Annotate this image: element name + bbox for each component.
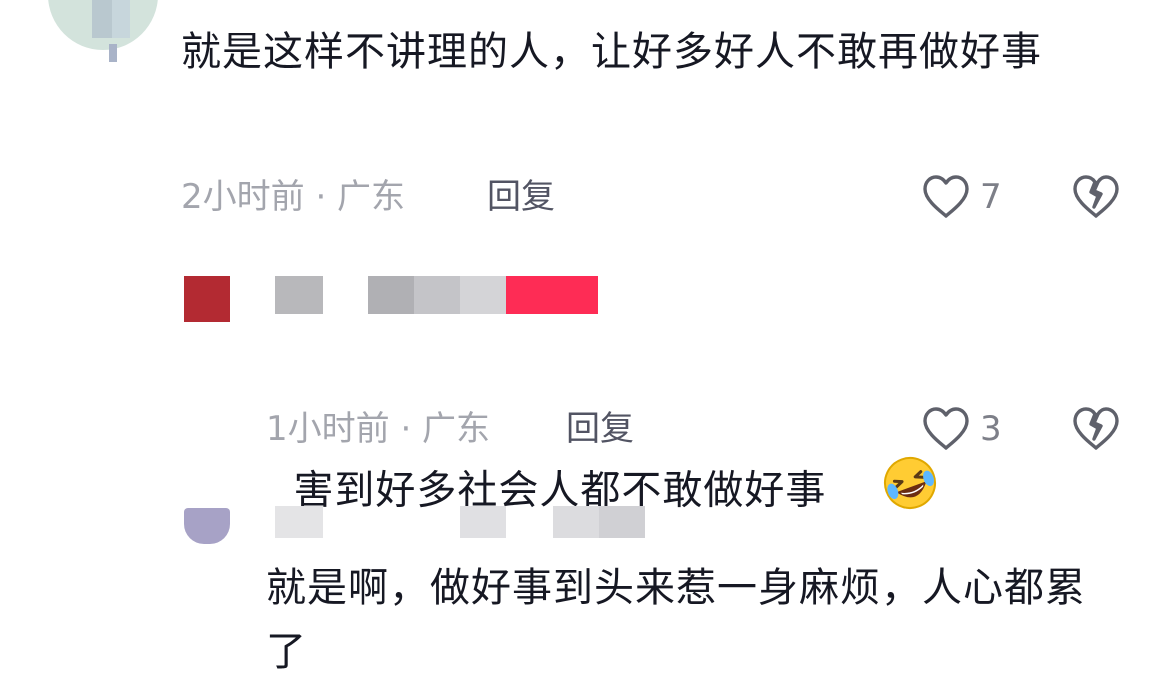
avatar-fragment bbox=[109, 44, 117, 62]
broken-heart-icon[interactable] bbox=[1071, 406, 1121, 452]
avatar[interactable] bbox=[184, 276, 230, 322]
heart-outline-icon[interactable] bbox=[921, 174, 971, 220]
comment-body: 害到好多社会人都不敢做好事 bbox=[266, 326, 1126, 595]
reply-button[interactable]: 回复 bbox=[566, 404, 634, 454]
comment-text: 就是这样不讲理的人，让好多好人不敢再做好事 bbox=[181, 29, 1042, 75]
like-count: 7 bbox=[980, 177, 1002, 217]
avatar[interactable] bbox=[184, 508, 230, 544]
like-count: 3 bbox=[980, 409, 1002, 449]
comment-time-location: 2小时前 · 广东 bbox=[181, 177, 406, 217]
comment-text: 就是啊，做好事到头来惹一身麻烦，人心都累了 bbox=[266, 565, 1086, 675]
heart-outline-icon[interactable] bbox=[921, 406, 971, 452]
avatar[interactable] bbox=[48, 0, 158, 50]
comment-time-location: 1小时前 · 广东 bbox=[266, 409, 491, 449]
reply-button[interactable]: 回复 bbox=[487, 172, 555, 222]
broken-heart-icon[interactable] bbox=[1071, 174, 1121, 220]
